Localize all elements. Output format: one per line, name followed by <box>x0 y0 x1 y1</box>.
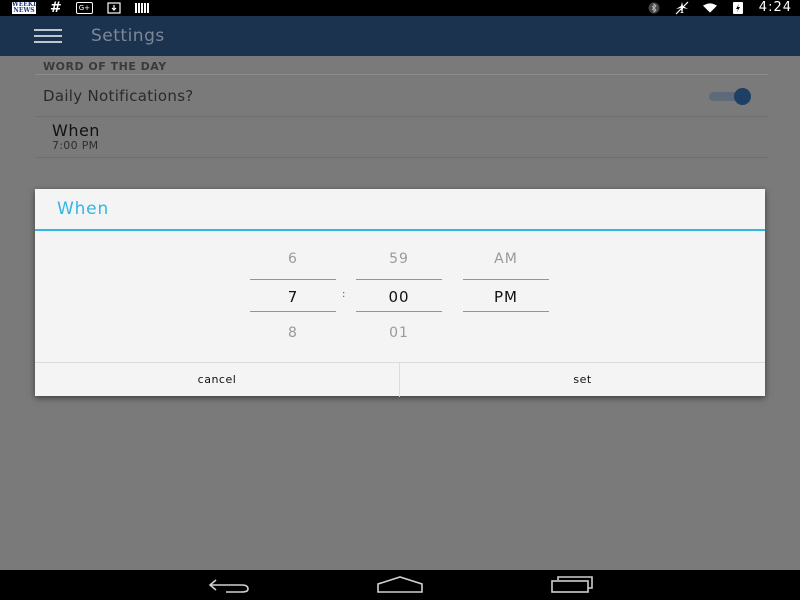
when-preference[interactable]: When 7:00 PM <box>35 117 768 158</box>
ampm-divider-bottom <box>463 311 549 312</box>
when-preference-summary: 7:00 PM <box>52 139 99 152</box>
google-plus-icon: G+ <box>75 2 94 14</box>
time-separator: : <box>342 289 346 300</box>
minute-picker[interactable]: 59 00 01 <box>356 243 442 351</box>
clock-time: 4:24 <box>758 0 792 15</box>
daily-notifications-preference[interactable]: Daily Notifications? <box>35 75 768 117</box>
status-bar: WEEKLY NEWS # G+ 4:24 <box>0 0 800 16</box>
hour-current-value[interactable]: 7 <box>250 288 336 306</box>
dialog-title: When <box>57 199 110 219</box>
dialog-button-bar: cancel set <box>35 362 765 397</box>
ampm-divider-top <box>463 279 549 280</box>
page-title: Settings <box>91 26 165 46</box>
time-picker-dialog: When 6 7 8 : 59 00 01 AM PM cancel set <box>35 189 765 397</box>
barcode-icon <box>135 3 150 13</box>
cancel-button[interactable]: cancel <box>35 363 399 397</box>
hour-divider-bottom <box>250 311 336 312</box>
minute-prev-value[interactable]: 59 <box>356 251 442 267</box>
back-icon[interactable] <box>199 574 259 596</box>
app-bar: Settings <box>0 16 800 56</box>
toggle-thumb <box>734 88 751 105</box>
bluetooth-icon <box>647 1 661 15</box>
set-button[interactable]: set <box>400 363 765 397</box>
section-header: WORD OF THE DAY <box>43 60 167 73</box>
ampm-prev-value[interactable]: AM <box>463 251 549 267</box>
wifi-icon <box>702 1 717 15</box>
app-icon: WEEKLY NEWS <box>12 2 36 14</box>
minute-next-value[interactable]: 01 <box>356 325 442 341</box>
dialog-title-divider <box>35 229 765 231</box>
home-icon[interactable] <box>370 574 430 596</box>
menu-icon[interactable] <box>34 29 62 43</box>
when-preference-title: When <box>52 121 100 140</box>
download-icon <box>107 1 121 15</box>
minute-divider-bottom <box>356 311 442 312</box>
hour-divider-top <box>250 279 336 280</box>
ampm-picker[interactable]: AM PM <box>463 243 549 351</box>
hash-icon: # <box>50 0 62 16</box>
hour-prev-value[interactable]: 6 <box>250 251 336 267</box>
minute-divider-top <box>356 279 442 280</box>
hour-picker[interactable]: 6 7 8 <box>250 243 336 351</box>
airplane-mode-icon <box>675 1 689 15</box>
navigation-bar <box>0 570 800 600</box>
hour-next-value[interactable]: 8 <box>250 325 336 341</box>
daily-notifications-label: Daily Notifications? <box>43 87 194 105</box>
battery-icon <box>731 1 745 15</box>
minute-current-value[interactable]: 00 <box>356 288 442 306</box>
recent-apps-icon[interactable] <box>542 574 602 596</box>
daily-notifications-toggle[interactable] <box>707 88 751 105</box>
ampm-current-value[interactable]: PM <box>463 288 549 306</box>
